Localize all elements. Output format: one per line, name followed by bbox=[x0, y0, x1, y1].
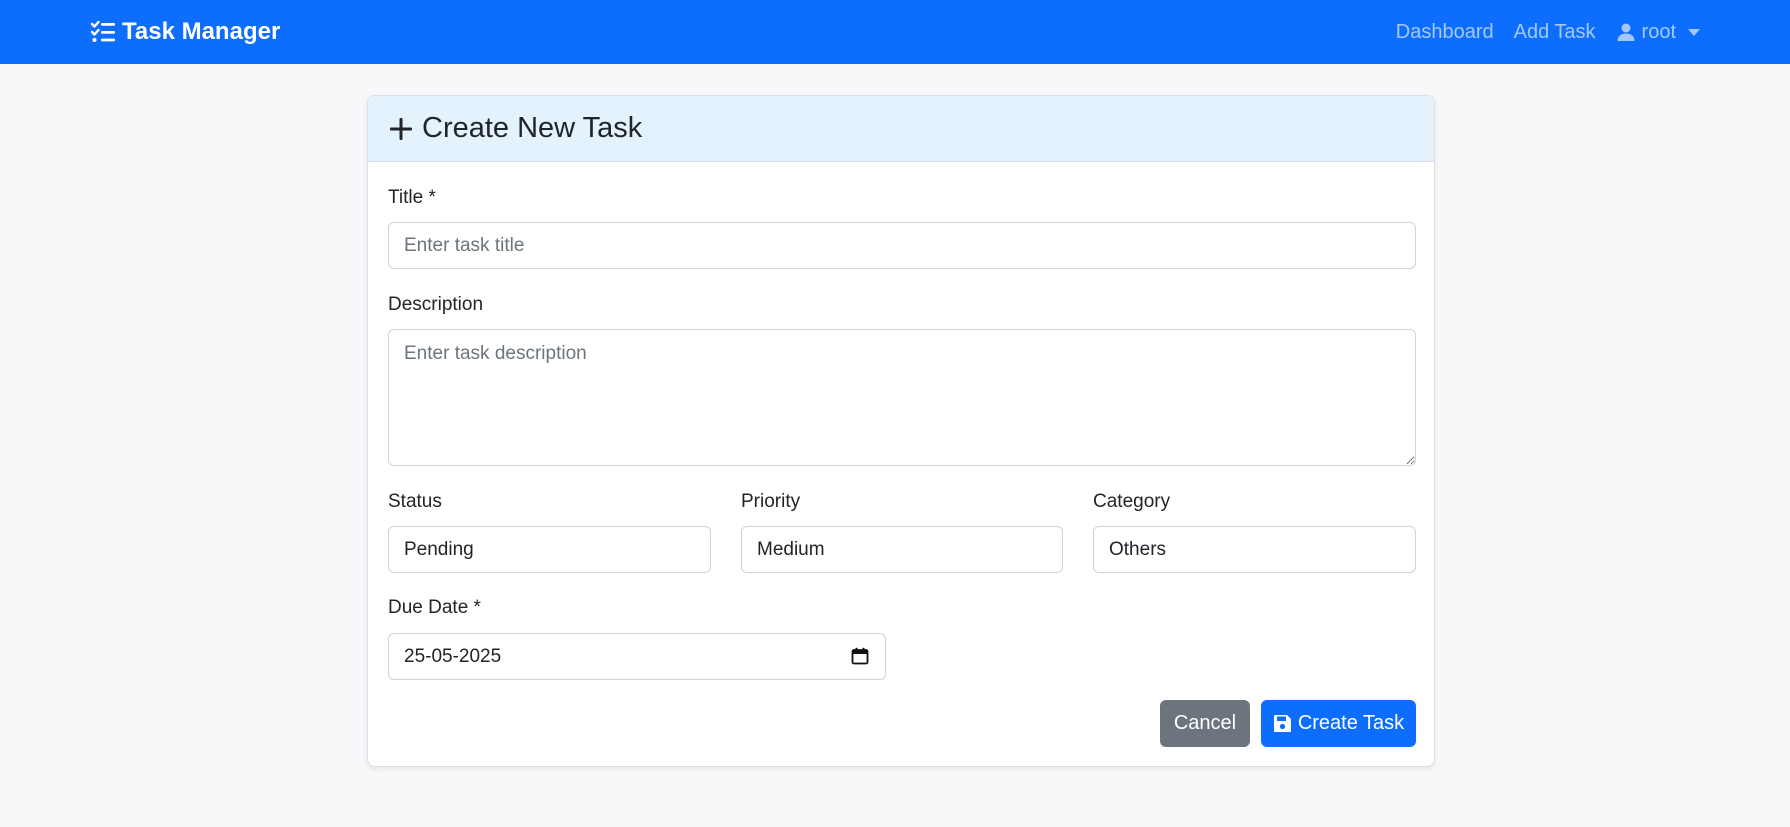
tasks-icon bbox=[90, 20, 115, 42]
calendar-icon[interactable] bbox=[851, 647, 869, 665]
status-value: Pending bbox=[404, 538, 474, 560]
user-icon bbox=[1617, 23, 1635, 41]
title-input[interactable] bbox=[388, 222, 1416, 269]
create-task-card: Create New Task Title * Description Stat… bbox=[367, 95, 1435, 767]
chevron-down-icon bbox=[1688, 28, 1700, 36]
due-date-label: Due Date * bbox=[388, 597, 481, 618]
nav-links: Dashboard Add Task root bbox=[1396, 16, 1700, 48]
description-textarea[interactable] bbox=[388, 329, 1416, 466]
description-label: Description bbox=[388, 294, 484, 315]
category-value: Others bbox=[1109, 538, 1167, 560]
priority-select[interactable]: Medium bbox=[741, 526, 1063, 573]
due-date-value: 25-05-2025 bbox=[404, 645, 502, 667]
cancel-button[interactable]: Cancel bbox=[1160, 700, 1250, 747]
nav-link-dashboard[interactable]: Dashboard bbox=[1396, 21, 1494, 44]
brand-label: Task Manager bbox=[122, 18, 281, 45]
priority-value: Medium bbox=[757, 538, 825, 560]
create-task-button[interactable]: Create Task bbox=[1261, 700, 1416, 747]
create-task-button-label: Create Task bbox=[1297, 712, 1405, 734]
category-label: Category bbox=[1093, 491, 1171, 512]
due-date-input[interactable]: 25-05-2025 bbox=[388, 633, 886, 680]
cancel-button-label: Cancel bbox=[1173, 712, 1237, 734]
user-menu-toggle[interactable]: root bbox=[1616, 21, 1700, 44]
card-header: Create New Task bbox=[368, 96, 1434, 162]
navbar: Task Manager Dashboard Add Task root bbox=[0, 0, 1790, 64]
title-label: Title * bbox=[388, 187, 436, 208]
priority-label: Priority bbox=[741, 491, 801, 512]
plus-icon bbox=[390, 117, 412, 140]
user-name: root bbox=[1641, 20, 1676, 43]
save-icon bbox=[1273, 715, 1291, 732]
category-select[interactable]: Others bbox=[1093, 526, 1416, 573]
status-label: Status bbox=[388, 491, 442, 512]
page-title: Create New Task bbox=[422, 112, 643, 144]
brand-link[interactable]: Task Manager bbox=[90, 16, 280, 48]
status-select[interactable]: Pending bbox=[388, 526, 711, 573]
nav-link-add-task[interactable]: Add Task bbox=[1514, 21, 1596, 44]
